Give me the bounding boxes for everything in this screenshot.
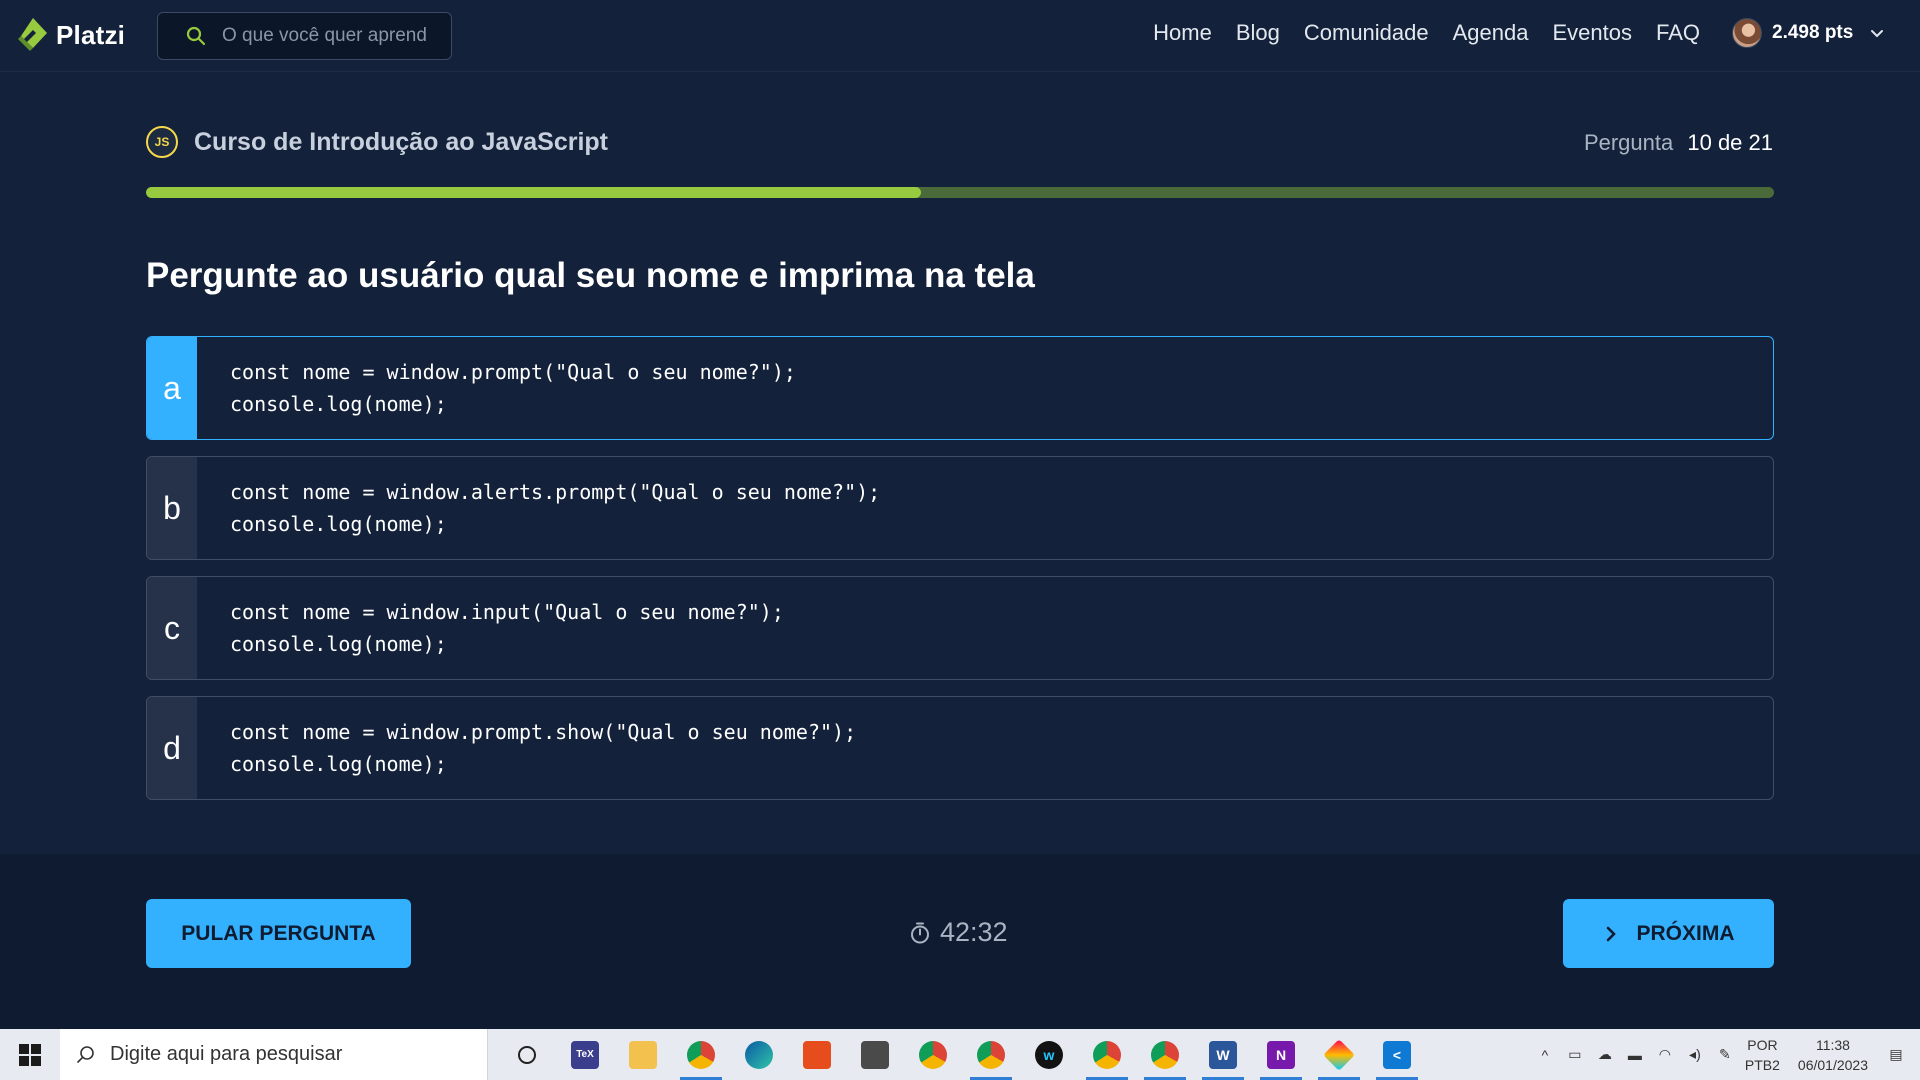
nav-link-blog[interactable]: Blog	[1236, 20, 1280, 46]
answer-option-a[interactable]: a const nome = window.prompt("Qual o seu…	[146, 336, 1774, 440]
code-line: console.log(nome);	[230, 392, 447, 416]
vscode-icon[interactable]: <	[1368, 1029, 1426, 1080]
option-letter: c	[147, 577, 197, 679]
avatar[interactable]	[1732, 18, 1762, 48]
chrome-icon[interactable]	[672, 1029, 730, 1080]
clock-date: 06/01/2023	[1797, 1056, 1868, 1073]
system-tray: ^ ▭ ☁ ▬ ◠ ◂) ✎ POR PTB2 11:38 06/01/2023…	[1535, 1029, 1920, 1080]
code-line: const nome = window.input("Qual o seu no…	[230, 600, 784, 624]
option-letter: d	[147, 697, 197, 799]
nav-link-faq[interactable]: FAQ	[1656, 20, 1700, 46]
quiz-progress-bar	[146, 187, 1774, 198]
option-code: const nome = window.prompt.show("Qual o …	[197, 697, 856, 799]
clock-time: 11:38	[1815, 1036, 1850, 1053]
taskbar-clock[interactable]: 11:38 06/01/2023	[1798, 1035, 1868, 1075]
texstudio-icon[interactable]: TeX	[556, 1029, 614, 1080]
battery-icon[interactable]: ▬	[1625, 1045, 1645, 1065]
nav-link-comunidade[interactable]: Comunidade	[1304, 20, 1429, 46]
option-code: const nome = window.input("Qual o seu no…	[197, 577, 784, 679]
javascript-badge-icon: JS	[146, 126, 178, 158]
code-line: const nome = window.prompt("Qual o seu n…	[230, 360, 796, 384]
search-input[interactable]	[222, 25, 432, 47]
word-icon[interactable]: W	[1194, 1029, 1252, 1080]
keyboard-layout: PTB2	[1744, 1056, 1780, 1073]
edge-icon[interactable]	[730, 1029, 788, 1080]
windows-start-button[interactable]	[0, 1029, 60, 1080]
device-icon[interactable]: ▭	[1565, 1045, 1585, 1065]
language-code: POR	[1747, 1036, 1778, 1053]
code-line: console.log(nome);	[230, 512, 447, 536]
quiz-timer: 42:32	[908, 917, 1008, 948]
nav-link-agenda[interactable]: Agenda	[1453, 20, 1529, 46]
onenote-icon[interactable]: N	[1252, 1029, 1310, 1080]
option-letter: b	[147, 457, 197, 559]
taskbar-search[interactable]: Digite aqui para pesquisar	[60, 1029, 488, 1080]
top-navigation: Platzi Home Blog Comunidade Agenda Event…	[0, 0, 1920, 72]
quiz-footer: PULAR PERGUNTA 42:32 PRÓXIMA	[0, 854, 1920, 1029]
nav-link-eventos[interactable]: Eventos	[1552, 20, 1632, 46]
option-code: const nome = window.prompt("Qual o seu n…	[197, 337, 796, 439]
cloud-icon[interactable]: ☁	[1595, 1045, 1615, 1065]
calculator-icon[interactable]	[846, 1029, 904, 1080]
taskbar-apps: TeX w W N <	[498, 1029, 1426, 1080]
search-icon	[77, 1045, 94, 1063]
file-explorer-icon[interactable]	[614, 1029, 672, 1080]
platzi-logo-icon	[18, 18, 47, 51]
search-box[interactable]	[157, 12, 452, 60]
answer-options: a const nome = window.prompt("Qual o seu…	[146, 336, 1774, 816]
user-points: 2.498 pts	[1772, 22, 1854, 43]
next-question-label: PRÓXIMA	[1636, 921, 1735, 945]
answer-option-c[interactable]: c const nome = window.input("Qual o seu …	[146, 576, 1774, 680]
input-language[interactable]: POR PTB2	[1745, 1035, 1780, 1075]
code-line: console.log(nome);	[230, 632, 447, 656]
webex-icon[interactable]: w	[1020, 1029, 1078, 1080]
quiz-progress-fill	[146, 187, 921, 198]
windows-logo-icon	[19, 1043, 41, 1066]
option-letter: a	[147, 337, 197, 439]
chevron-up-icon[interactable]: ^	[1535, 1045, 1555, 1065]
course-title: Curso de Introdução ao JavaScript	[194, 127, 608, 156]
question-counter-label: Pergunta	[1583, 130, 1674, 155]
answer-option-b[interactable]: b const nome = window.alerts.prompt("Qua…	[146, 456, 1774, 560]
nav-link-home[interactable]: Home	[1153, 20, 1212, 46]
chrome-profile-4-icon[interactable]	[1136, 1029, 1194, 1080]
option-code: const nome = window.alerts.prompt("Qual …	[197, 457, 880, 559]
code-line: const nome = window.prompt.show("Qual o …	[230, 720, 857, 744]
chrome-profile-3-icon[interactable]	[1078, 1029, 1136, 1080]
notifications-icon[interactable]: ▤	[1886, 1045, 1906, 1065]
question-text: Pergunte ao usuário qual seu nome e impr…	[146, 256, 1035, 295]
timer-value: 42:32	[940, 917, 1008, 947]
chevron-right-icon	[1607, 926, 1617, 941]
taskbar-search-text: Digite aqui para pesquisar	[110, 1043, 343, 1065]
windows-taskbar: Digite aqui para pesquisar TeX w W N < ^…	[0, 1029, 1920, 1080]
user-menu[interactable]: 2.498 pts	[1732, 18, 1885, 48]
search-icon	[186, 26, 206, 46]
volume-icon[interactable]: ◂)	[1685, 1045, 1705, 1065]
logo-text: Platzi	[56, 19, 126, 50]
office-icon[interactable]	[788, 1029, 846, 1080]
question-counter: Pergunta 10 de 21	[1584, 130, 1773, 156]
platzi-logo[interactable]: Platzi	[16, 14, 125, 56]
chrome-profile-2-icon[interactable]	[962, 1029, 1020, 1080]
course-header: JS Curso de Introdução ao JavaScript	[146, 126, 608, 158]
chrome-profile-icon[interactable]	[904, 1029, 962, 1080]
next-question-button[interactable]: PRÓXIMA	[1563, 899, 1774, 968]
question-counter-value: 10 de 21	[1687, 130, 1773, 155]
answer-option-d[interactable]: d const nome = window.prompt.show("Qual …	[146, 696, 1774, 800]
gitkraken-icon[interactable]	[1310, 1029, 1368, 1080]
wifi-icon[interactable]: ◠	[1655, 1045, 1675, 1065]
code-line: const nome = window.alerts.prompt("Qual …	[230, 480, 881, 504]
code-line: console.log(nome);	[230, 752, 447, 776]
nav-links: Home Blog Comunidade Agenda Eventos FAQ	[1153, 20, 1700, 46]
pen-icon[interactable]: ✎	[1715, 1045, 1735, 1065]
skip-question-button[interactable]: PULAR PERGUNTA	[146, 899, 411, 968]
stopwatch-icon	[911, 922, 929, 943]
chevron-down-icon[interactable]	[1869, 25, 1885, 41]
cortana-icon[interactable]	[498, 1029, 556, 1080]
